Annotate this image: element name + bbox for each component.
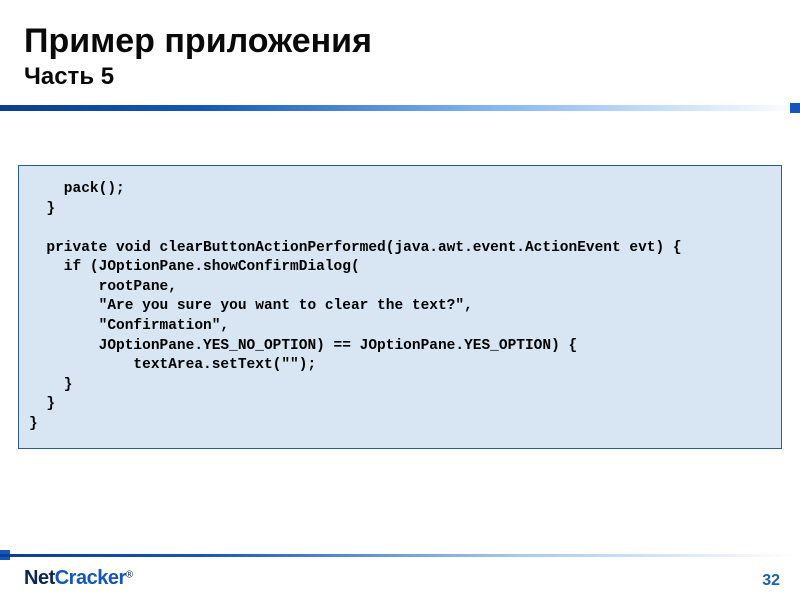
title-block: Пример приложения Часть 5 bbox=[0, 0, 800, 99]
logo-text-net: Net bbox=[24, 567, 55, 589]
footer-divider bbox=[0, 554, 800, 557]
code-block: pack(); } private void clearButtonAction… bbox=[18, 165, 782, 449]
footer-content: NetCracker® 32 bbox=[24, 567, 780, 590]
slide-subtitle: Часть 5 bbox=[24, 63, 776, 91]
page-number: 32 bbox=[762, 572, 780, 590]
slide: Пример приложения Часть 5 pack(); } priv… bbox=[0, 0, 800, 600]
header-divider bbox=[0, 105, 800, 111]
logo-registered-icon: ® bbox=[126, 570, 133, 581]
divider-line bbox=[0, 105, 800, 111]
footer: NetCracker® 32 bbox=[0, 544, 800, 600]
slide-title: Пример приложения bbox=[24, 22, 776, 61]
logo-text-cracker: Cracker bbox=[55, 567, 126, 589]
divider-cap-icon bbox=[790, 103, 800, 113]
logo: NetCracker® bbox=[24, 567, 133, 590]
